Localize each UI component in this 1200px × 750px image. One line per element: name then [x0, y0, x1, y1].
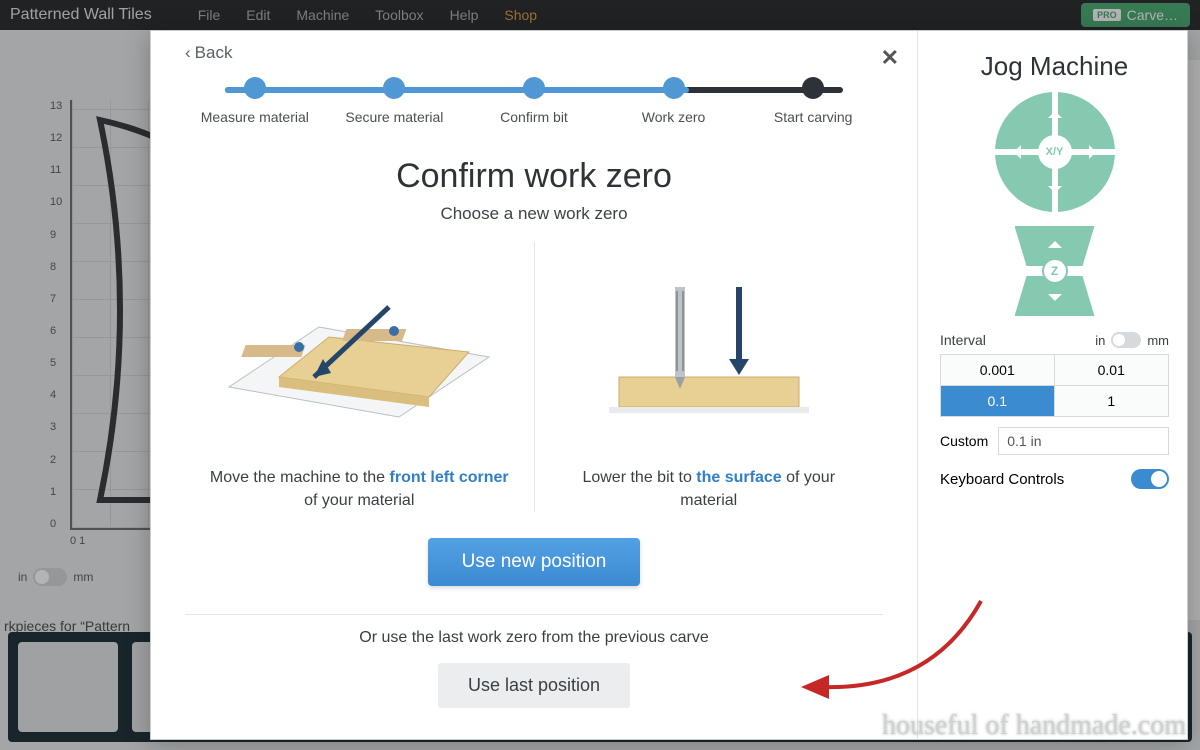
instruction-z: Lower the bit to the surface of your mat… [535, 242, 884, 512]
xy-corner-illustration [219, 242, 499, 452]
jog-xy-center[interactable]: X/Y [1038, 135, 1072, 169]
modal-subtitle: Choose a new work zero [185, 204, 883, 224]
or-text: Or use the last work zero from the previ… [185, 629, 883, 647]
jog-left-button[interactable] [1007, 145, 1021, 159]
use-last-position-button[interactable]: Use last position [438, 663, 630, 708]
jog-unit-toggle[interactable]: in mm [1095, 332, 1169, 348]
stepper: Measure material Secure material Confirm… [185, 77, 883, 133]
jog-z-pad: Z [1015, 226, 1095, 316]
jog-xy-dpad: X/Y [995, 92, 1115, 212]
back-label: Back [195, 43, 233, 63]
keyboard-controls-label: Keyboard Controls [940, 471, 1064, 488]
step-start-carving[interactable]: Start carving [743, 77, 883, 125]
step-confirm-bit[interactable]: Confirm bit [464, 77, 604, 125]
modal-title: Confirm work zero [185, 157, 883, 196]
interval-grid: 0.001 0.01 0.1 1 [940, 354, 1169, 417]
work-zero-modal: ‹ Back ✕ Measure material Secure materia… [150, 30, 1188, 740]
back-button[interactable]: ‹ Back [185, 43, 232, 63]
z-surface-illustration [589, 242, 829, 452]
jog-up-button[interactable] [1048, 104, 1062, 118]
toggle-switch-icon[interactable] [1111, 332, 1141, 348]
custom-interval-input[interactable] [998, 427, 1169, 455]
step-work-zero[interactable]: Work zero [604, 77, 744, 125]
keyboard-controls-toggle[interactable] [1131, 469, 1169, 489]
separator [185, 614, 883, 615]
jog-down-button[interactable] [1048, 186, 1062, 200]
watermark: houseful of handmade.com [882, 710, 1186, 742]
chevron-down-icon [1048, 294, 1062, 308]
instruction-xy: Move the machine to the front left corne… [185, 242, 534, 512]
interval-option[interactable]: 0.01 [1055, 355, 1169, 386]
jog-z-center: Z [1042, 258, 1068, 284]
interval-option-selected[interactable]: 0.1 [941, 386, 1055, 416]
interval-option[interactable]: 0.001 [941, 355, 1055, 386]
step-measure-material[interactable]: Measure material [185, 77, 325, 125]
jog-title: Jog Machine [940, 51, 1169, 82]
surface-highlight: the surface [696, 469, 781, 486]
chevron-left-icon: ‹ [185, 43, 191, 63]
jog-panel: Jog Machine X/Y Z Interval in mm [917, 31, 1187, 739]
chevron-up-icon [1048, 234, 1062, 248]
interval-label: Interval [940, 332, 986, 348]
use-new-position-button[interactable]: Use new position [428, 538, 641, 586]
front-left-corner-highlight: front left corner [390, 469, 509, 486]
close-icon[interactable]: ✕ [881, 45, 899, 71]
step-secure-material[interactable]: Secure material [325, 77, 465, 125]
jog-right-button[interactable] [1089, 145, 1103, 159]
interval-option[interactable]: 1 [1055, 386, 1169, 416]
custom-label: Custom [940, 433, 988, 449]
